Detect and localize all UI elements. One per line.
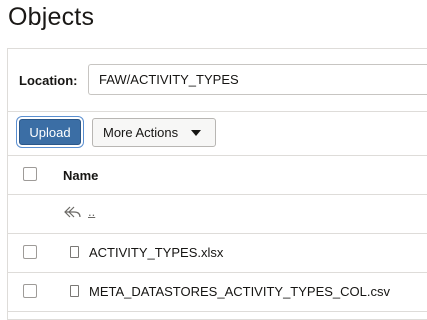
row-checkbox[interactable] xyxy=(23,284,37,298)
table-row: ACTIVITY_TYPES.xlsx xyxy=(8,234,427,273)
location-label: Location: xyxy=(19,73,78,88)
column-header-name[interactable]: Name xyxy=(63,168,98,183)
file-icon xyxy=(70,285,79,297)
object-browser-panel: Location: FAW/ACTIVITY_TYPES Upload More… xyxy=(7,48,427,320)
toolbar: Upload More Actions xyxy=(8,111,427,156)
parent-folder-link[interactable]: .. xyxy=(88,204,95,219)
more-actions-label: More Actions xyxy=(103,125,179,140)
file-name[interactable]: ACTIVITY_TYPES.xlsx xyxy=(89,245,223,260)
upload-button[interactable]: Upload xyxy=(19,119,81,145)
back-arrow-icon[interactable] xyxy=(64,205,82,223)
parent-folder-row[interactable]: .. xyxy=(8,195,427,234)
table-header-row: Name xyxy=(8,156,427,195)
caret-down-icon xyxy=(191,130,201,136)
row-checkbox[interactable] xyxy=(23,245,37,259)
more-actions-button[interactable]: More Actions xyxy=(92,118,216,147)
table-row: META_DATASTORES_ACTIVITY_TYPES_COL.csv xyxy=(8,273,427,312)
file-icon xyxy=(70,246,79,258)
file-name[interactable]: META_DATASTORES_ACTIVITY_TYPES_COL.csv xyxy=(89,284,390,299)
select-all-checkbox[interactable] xyxy=(23,167,37,181)
location-bar: Location: FAW/ACTIVITY_TYPES xyxy=(8,49,427,112)
page-title: Objects xyxy=(8,3,95,31)
location-input[interactable]: FAW/ACTIVITY_TYPES xyxy=(88,64,427,95)
